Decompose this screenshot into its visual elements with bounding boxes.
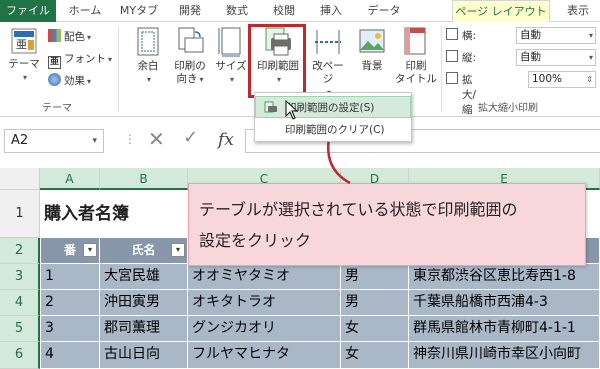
set-print-area-icon <box>264 101 277 113</box>
excel-window: ファイル ホーム MYタブ 開発 数式 校閲 挿入 データ ページ レイアウト … <box>0 0 600 369</box>
callout-arrow <box>324 124 351 185</box>
print-area-menu: 印刷範囲の設定(S) 印刷範囲のクリア(C) <box>254 92 412 142</box>
mouse-cursor-icon <box>285 100 299 120</box>
menu-item-set-print-area[interactable]: 印刷範囲の設定(S) <box>255 96 411 118</box>
set-print-area-label: 印刷範囲の設定(S) <box>286 102 375 114</box>
clear-print-area-label: 印刷範囲のクリア(C) <box>285 124 385 136</box>
menu-item-clear-print-area[interactable]: 印刷範囲のクリア(C) <box>255 119 411 141</box>
